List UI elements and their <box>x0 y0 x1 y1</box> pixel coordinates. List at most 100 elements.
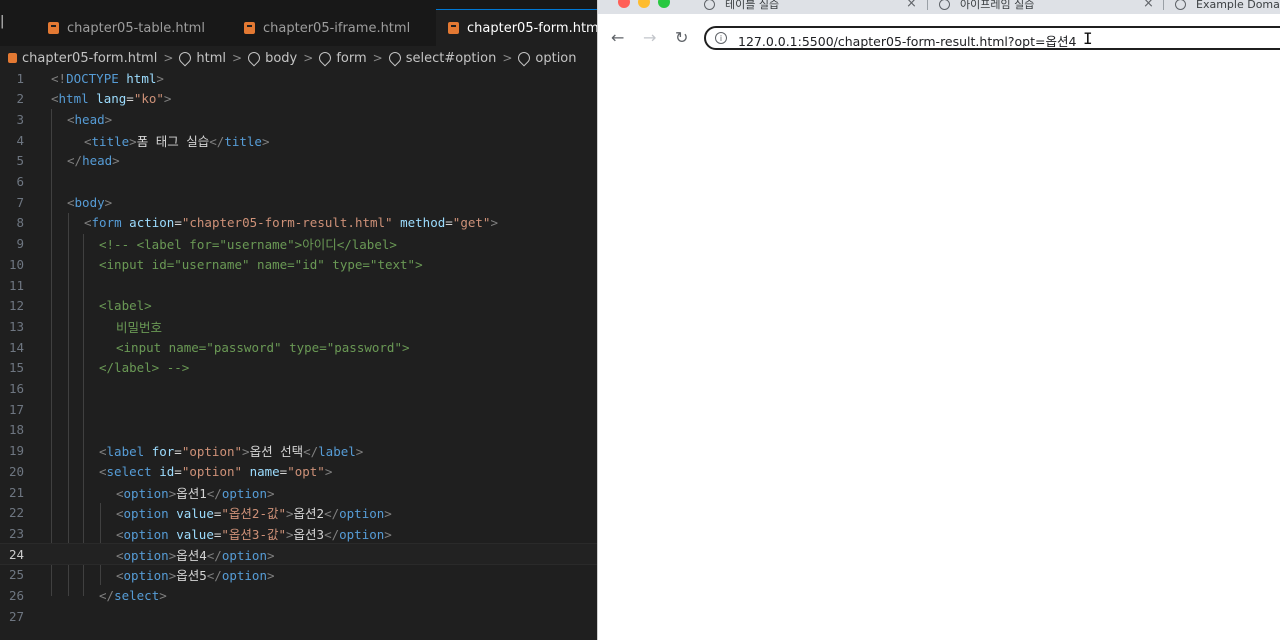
code-token: action <box>129 215 175 231</box>
code-line[interactable]: 19 <label for="option">옵션 선택</label> <box>0 441 597 461</box>
url-text[interactable]: 127.0.0.1:5500/chapter05-form-result.htm… <box>738 31 1076 50</box>
code-text: <input name="password" type="password"> <box>116 340 410 355</box>
html-file-icon <box>8 53 17 63</box>
editor-tab-iframe[interactable]: chapter05-iframe.html <box>244 10 410 46</box>
breadcrumb-item-body[interactable]: body <box>245 49 297 67</box>
reload-icon[interactable]: ↻ <box>675 28 688 47</box>
code-token: value <box>176 506 214 522</box>
address-bar[interactable]: i 127.0.0.1:5500/chapter05-form-result.h… <box>704 26 1280 50</box>
code-line[interactable]: 11 <box>0 275 597 295</box>
html-file-icon <box>244 22 255 34</box>
line-number: 6 <box>16 174 24 189</box>
breadcrumb-item-html[interactable]: html <box>176 49 226 67</box>
code-token: <input name="password" type="password"> <box>116 339 410 355</box>
code-line[interactable]: 20 <select id="option" name="opt"> <box>0 461 597 481</box>
code-token: form <box>91 215 122 231</box>
code-token: "옵션2-값" <box>221 506 286 522</box>
code-line[interactable]: 4 <title>폼 태그 실습</title> <box>0 130 597 150</box>
code-line[interactable]: 14 <input name="password" type="password"… <box>0 337 597 357</box>
code-line[interactable]: 9 <!-- <label for="username">아이디</label> <box>0 234 597 254</box>
code-token: = <box>126 91 134 107</box>
code-token: > <box>266 547 275 563</box>
code-line[interactable]: 3 <head> <box>0 109 597 129</box>
breadcrumb: chapter05-form.html > html > body > form… <box>0 47 597 69</box>
code-line[interactable]: 7 <body> <box>0 192 597 212</box>
editor-tab-table[interactable]: chapter05-table.html <box>48 10 205 46</box>
close-window-icon[interactable] <box>618 0 630 8</box>
code-token: > <box>384 526 392 542</box>
back-arrow-icon[interactable]: ← <box>611 28 624 47</box>
html-file-icon <box>48 22 59 34</box>
breadcrumb-item-select[interactable]: select#option <box>386 49 496 67</box>
code-line[interactable]: 2 <html lang="ko"> <box>0 89 597 109</box>
code-token: </ <box>99 588 115 603</box>
line-number: 18 <box>8 422 24 438</box>
code-token: < <box>99 444 107 460</box>
code-line[interactable]: 17 <box>0 399 597 419</box>
browser-tab-table[interactable]: 테이블 실습 <box>704 0 779 12</box>
code-line[interactable]: 15 </label> --> <box>0 358 597 378</box>
code-line[interactable]: 26 </select> <box>0 586 597 606</box>
code-line[interactable]: 24 <option>옵션4</option> <box>0 543 597 566</box>
code-token: > <box>324 463 333 479</box>
code-text: <html lang="ko"> <box>51 91 171 106</box>
code-token: select <box>106 463 152 479</box>
code-line[interactable]: 1 <!DOCTYPE html> <box>0 68 597 88</box>
editor-tab-form[interactable]: chapter05-form.html <box>436 9 597 46</box>
code-token: "옵션3-값" <box>221 526 286 542</box>
code-line[interactable]: 6 <box>0 172 597 192</box>
code-line[interactable]: 10 <input id="username" name="id" type="t… <box>0 254 597 274</box>
breadcrumb-item-file[interactable]: chapter05-form.html <box>8 51 157 66</box>
code-token: < <box>116 568 124 584</box>
close-tab-icon[interactable]: × <box>906 0 917 11</box>
code-token: < <box>116 547 124 563</box>
code-token: < <box>99 463 107 479</box>
editor-tab-label: chapter05-iframe.html <box>263 20 411 36</box>
code-token: </ <box>206 547 222 563</box>
minimize-window-icon[interactable] <box>638 0 650 8</box>
browser-tab-iframe[interactable]: 아이프레임 실습 <box>939 0 1034 12</box>
code-token: < <box>116 506 124 522</box>
code-token: option <box>123 568 169 584</box>
browser-tab-example[interactable]: Example Domain <box>1175 0 1280 12</box>
info-icon[interactable]: i <box>715 32 727 44</box>
line-number: 8 <box>16 215 24 231</box>
code-text: <option value="옵션2-값">옵션2</option> <box>116 503 392 522</box>
line-number: 7 <box>16 194 24 210</box>
line-number: 24 <box>8 546 24 562</box>
line-number: 4 <box>16 132 24 148</box>
code-line[interactable]: 23 <option value="옵션3-값">옵션3</option> <box>0 523 597 543</box>
code-line[interactable]: 8 <form action="chapter05-form-result.htm… <box>0 213 597 233</box>
breadcrumb-item-option[interactable]: option <box>515 49 577 67</box>
element-icon <box>176 49 194 67</box>
close-tab-icon[interactable]: × <box>1143 0 1154 11</box>
code-line[interactable]: 21 <option>옵션1</option> <box>0 482 597 502</box>
code-line[interactable]: 25 <option>옵션5</option> <box>0 565 597 585</box>
breadcrumb-item-form[interactable]: form <box>316 49 367 67</box>
code-token: </ <box>324 506 340 522</box>
code-token: </ <box>324 526 340 542</box>
code-line[interactable]: 13 비밀번호 <box>0 316 597 336</box>
code-token: option <box>221 568 267 584</box>
chevron-right-icon: > <box>163 51 174 65</box>
code-token: < <box>67 194 75 210</box>
code-text: <form action="chapter05-form-result.html… <box>84 215 498 230</box>
code-line[interactable]: 22 <option value="옵션2-값">옵션2</option> <box>0 503 597 523</box>
line-number: 25 <box>8 567 24 583</box>
line-number: 19 <box>8 443 24 459</box>
code-token: > <box>266 568 275 584</box>
code-text: </select> <box>99 588 167 603</box>
maximize-window-icon[interactable] <box>658 0 670 8</box>
code-line[interactable]: 5 </head> <box>0 151 597 171</box>
tab-separator <box>1163 0 1164 10</box>
line-number: 26 <box>8 588 24 603</box>
code-line[interactable]: 12 <label> <box>0 296 597 316</box>
element-icon <box>386 49 404 67</box>
line-number: 15 <box>8 360 24 376</box>
code-text: <input id="username" name="id" type="tex… <box>99 257 423 272</box>
code-token: option <box>123 547 169 563</box>
code-line[interactable]: 18 <box>0 420 597 440</box>
forward-arrow-icon[interactable]: → <box>643 28 656 47</box>
code-line[interactable]: 16 <box>0 379 597 399</box>
